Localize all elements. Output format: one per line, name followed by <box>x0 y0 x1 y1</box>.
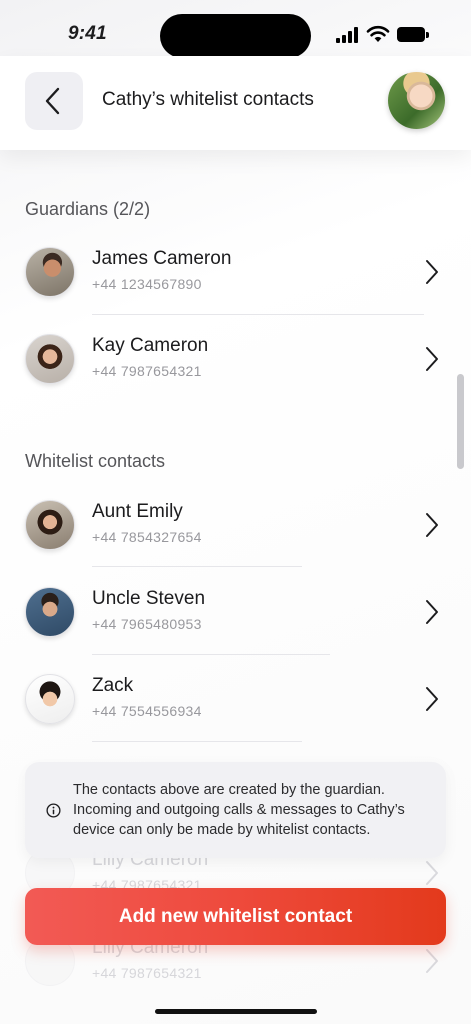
contact-phone: +44 7987654321 <box>92 965 202 981</box>
avatar <box>25 500 75 550</box>
contact-name: Zack <box>92 675 134 696</box>
back-button[interactable] <box>25 72 83 130</box>
avatar <box>25 334 75 384</box>
contact-phone: +44 7987654321 <box>92 363 202 379</box>
scrollbar-thumb[interactable] <box>457 374 464 469</box>
contact-phone: +44 7854327654 <box>92 529 202 545</box>
add-whitelist-contact-button[interactable]: Add new whitelist contact <box>25 888 446 945</box>
guardians-section-title: Guardians (2/2) <box>25 199 151 219</box>
guardian-row[interactable]: James Cameron +44 1234567890 <box>0 228 471 314</box>
dynamic-island <box>160 14 311 58</box>
chevron-right-icon <box>426 861 438 885</box>
info-circle-icon <box>46 803 61 818</box>
chevron-right-icon <box>426 260 438 284</box>
status-time: 9:41 <box>68 23 107 44</box>
chevron-right-icon <box>426 347 438 371</box>
child-avatar[interactable] <box>388 72 445 129</box>
contact-name: James Cameron <box>92 248 232 269</box>
whitelist-contact-row[interactable]: Uncle Steven +44 7965480953 <box>0 568 471 654</box>
divider <box>92 741 302 742</box>
nav-header: Cathy’s whitelist contacts <box>0 56 471 150</box>
contact-name: Uncle Steven <box>92 588 206 609</box>
avatar <box>25 674 75 724</box>
chevron-right-icon <box>426 949 438 973</box>
avatar <box>25 587 75 637</box>
whitelist-contact-row[interactable]: Zack +44 7554556934 <box>0 655 471 741</box>
whitelist-section-title: Whitelist contacts <box>25 451 166 471</box>
chevron-right-icon <box>426 600 438 624</box>
home-indicator[interactable] <box>155 1009 317 1014</box>
info-card: The contacts above are created by the gu… <box>25 762 446 858</box>
avatar <box>25 247 75 297</box>
divider <box>92 566 302 567</box>
page-title: Cathy’s whitelist contacts <box>102 89 314 110</box>
guardian-row[interactable]: Kay Cameron +44 7987654321 <box>0 315 471 401</box>
whitelist-contact-row[interactable]: Aunt Emily +44 7854327654 <box>0 481 471 567</box>
wifi-icon <box>366 25 390 42</box>
info-text: The contacts above are created by the gu… <box>73 782 405 838</box>
contact-phone: +44 7965480953 <box>92 616 202 632</box>
battery-icon <box>397 27 430 43</box>
chevron-left-icon <box>45 87 60 115</box>
contact-name: Aunt Emily <box>92 501 183 522</box>
chevron-right-icon <box>426 687 438 711</box>
cellular-signal-icon <box>336 27 360 43</box>
contact-name: Kay Cameron <box>92 335 209 356</box>
contact-phone: +44 7554556934 <box>92 703 202 719</box>
contact-phone: +44 1234567890 <box>92 276 202 292</box>
chevron-right-icon <box>426 513 438 537</box>
